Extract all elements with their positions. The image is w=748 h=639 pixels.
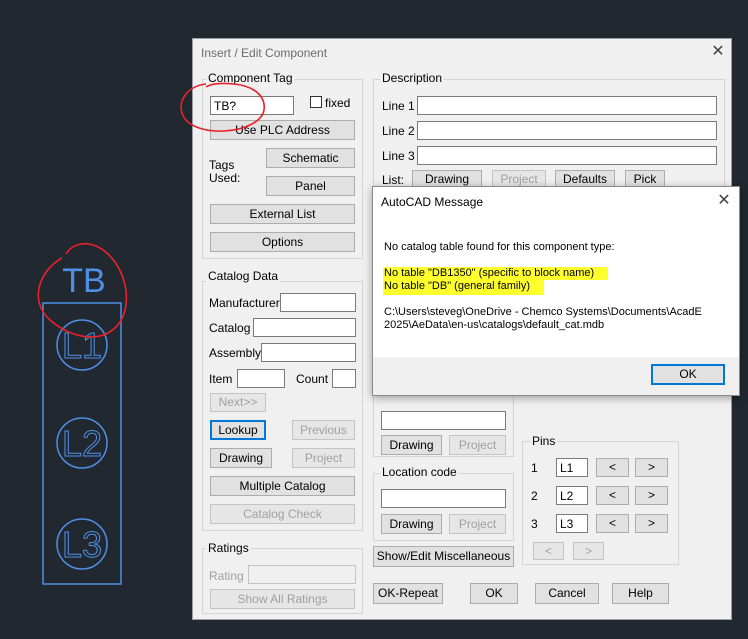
pin2-next-button[interactable]: > — [635, 486, 668, 505]
next-button[interactable]: Next>> — [210, 393, 266, 412]
autocad-message-dialog: AutoCAD Message ✕ No catalog table found… — [372, 186, 740, 396]
catalog-drawing-button[interactable]: Drawing — [210, 448, 272, 468]
line1-input[interactable] — [417, 96, 717, 115]
show-edit-misc-button[interactable]: Show/Edit Miscellaneous — [373, 546, 514, 567]
pin3-prev-button[interactable]: < — [596, 514, 629, 533]
installation-project-button[interactable]: Project — [449, 435, 506, 455]
location-drawing-button[interactable]: Drawing — [381, 514, 442, 534]
manufacturer-label: Manufacturer — [209, 296, 280, 310]
external-list-button[interactable]: External List — [210, 204, 355, 224]
schematic-button[interactable]: Schematic — [266, 148, 355, 168]
terminal-pin-l1: L1 — [56, 319, 108, 371]
message-path-line-1: C:\Users\steveg\OneDrive - Chemco System… — [384, 306, 702, 318]
pin-number: 2 — [531, 489, 538, 503]
location-code-input[interactable] — [381, 489, 506, 508]
message-line-1: No catalog table found for this componen… — [384, 241, 615, 253]
drawing-tag-text: TB — [62, 262, 105, 300]
catalog-data-label: Catalog Data — [206, 269, 281, 283]
ok-button[interactable]: OK — [470, 583, 518, 604]
count-input[interactable] — [332, 369, 356, 388]
pin1-next-button[interactable]: > — [635, 458, 668, 477]
catalog-check-button[interactable]: Catalog Check — [210, 504, 355, 524]
count-label: Count — [296, 372, 329, 386]
tags-used-label: Tags Used: — [209, 158, 241, 185]
catalog-project-button[interactable]: Project — [292, 448, 355, 468]
ok-repeat-button[interactable]: OK-Repeat — [373, 583, 443, 604]
dialog-title: Insert / Edit Component — [201, 46, 328, 60]
pin-number: 1 — [531, 461, 538, 475]
location-code-label: Location code — [380, 465, 459, 479]
pins-prev-button[interactable]: < — [533, 542, 564, 560]
pin2-prev-button[interactable]: < — [596, 486, 629, 505]
pin1-prev-button[interactable]: < — [596, 458, 629, 477]
previous-button[interactable]: Previous — [292, 420, 355, 440]
pin-number: 3 — [531, 517, 538, 531]
ratings-label: Ratings — [206, 541, 251, 555]
installation-drawing-button[interactable]: Drawing — [381, 435, 442, 455]
options-button[interactable]: Options — [210, 232, 355, 252]
list-label: List: — [382, 173, 405, 187]
line2-input[interactable] — [417, 121, 717, 140]
pin3-input[interactable]: L3 — [556, 514, 588, 533]
message-path-line-2: 2025\AeData\en-us\catalogs\default_cat.m… — [384, 319, 605, 331]
fixed-label: fixed — [325, 96, 351, 110]
line2-label: Line 2 — [382, 124, 415, 138]
pin3-next-button[interactable]: > — [635, 514, 668, 533]
pins-next-button[interactable]: > — [573, 542, 604, 560]
terminal-pin-l2: L2 — [56, 417, 108, 469]
cancel-button[interactable]: Cancel — [535, 583, 599, 604]
assembly-input[interactable] — [261, 343, 356, 362]
message-line-3: No table "DB" (general family) — [383, 280, 544, 295]
line1-label: Line 1 — [382, 99, 415, 113]
terminal-pin-label: L3 — [62, 524, 102, 565]
panel-button[interactable]: Panel — [266, 176, 355, 196]
fixed-checkbox[interactable] — [310, 96, 322, 108]
rating-label: Rating — [209, 569, 244, 583]
rating-input[interactable] — [248, 565, 356, 584]
location-project-button[interactable]: Project — [449, 514, 506, 534]
assembly-label: Assembly — [209, 346, 262, 360]
catalog-input[interactable] — [253, 318, 356, 337]
multiple-catalog-button[interactable]: Multiple Catalog — [210, 476, 355, 496]
red-annotation-circle-input — [180, 82, 265, 132]
catalog-label: Catalog — [209, 321, 251, 335]
pin2-input[interactable]: L2 — [556, 486, 588, 505]
installation-code-input[interactable] — [381, 411, 506, 430]
line3-label: Line 3 — [382, 149, 415, 163]
pin1-input[interactable]: L1 — [556, 458, 588, 477]
item-label: Item — [209, 372, 233, 386]
manufacturer-input[interactable] — [280, 293, 356, 312]
line3-input[interactable] — [417, 146, 717, 165]
dialog-close-icon[interactable]: ✕ — [709, 42, 727, 62]
message-close-icon[interactable]: ✕ — [715, 191, 733, 211]
message-title: AutoCAD Message — [381, 195, 484, 209]
description-label: Description — [380, 71, 445, 85]
message-footer: OK — [373, 357, 739, 395]
terminal-pin-l3: L3 — [56, 518, 108, 570]
show-all-ratings-button[interactable]: Show All Ratings — [210, 589, 355, 609]
pins-label: Pins — [530, 434, 558, 448]
message-line-2: No table "DB1350" (specific to block nam… — [383, 267, 609, 280]
message-ok-button[interactable]: OK — [651, 364, 725, 385]
lookup-button[interactable]: Lookup — [210, 420, 266, 440]
terminal-pin-label: L2 — [62, 423, 102, 464]
help-button[interactable]: Help — [612, 583, 669, 604]
item-input[interactable] — [237, 369, 285, 388]
